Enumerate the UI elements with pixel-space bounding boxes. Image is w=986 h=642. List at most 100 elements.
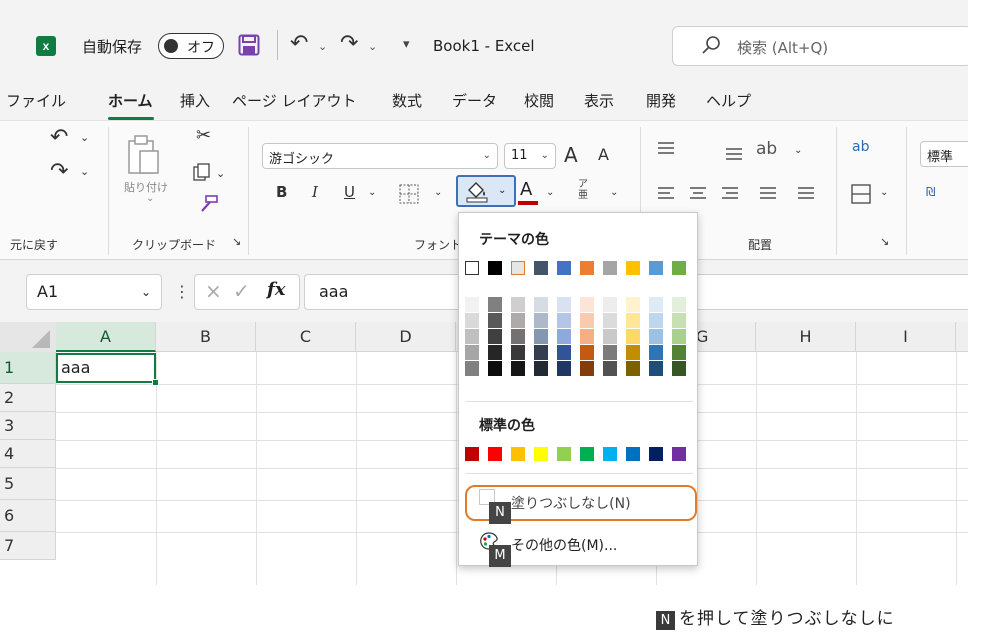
theme-shade-swatch[interactable]	[649, 345, 663, 360]
theme-shade-swatch[interactable]	[672, 361, 686, 376]
theme-color-swatch[interactable]	[672, 261, 686, 275]
theme-shade-swatch[interactable]	[557, 313, 571, 328]
currency-format-icon[interactable]: ₪	[926, 185, 935, 199]
underline-button[interactable]: U	[344, 183, 355, 201]
standard-color-swatch[interactable]	[465, 447, 479, 461]
theme-shade-swatch[interactable]	[672, 345, 686, 360]
customize-qat-icon[interactable]: ▾	[403, 37, 410, 52]
tab-help[interactable]: ヘルプ	[706, 90, 751, 111]
tab-review[interactable]: 校閲	[524, 90, 554, 111]
select-all-corner[interactable]	[0, 322, 56, 352]
cell-a1[interactable]: aaa	[56, 353, 159, 386]
row-header-7[interactable]: 7	[0, 532, 56, 560]
paste-dropdown-icon[interactable]: ⌄	[146, 193, 154, 204]
theme-shade-swatch[interactable]	[557, 361, 571, 376]
theme-color-swatch[interactable]	[580, 261, 594, 275]
theme-shade-swatch[interactable]	[511, 329, 525, 344]
theme-shade-swatch[interactable]	[488, 313, 502, 328]
theme-shade-swatch[interactable]	[603, 361, 617, 376]
theme-color-swatch[interactable]	[649, 261, 663, 275]
column-header-d[interactable]: D	[356, 322, 456, 352]
theme-shade-swatch[interactable]	[534, 297, 548, 312]
theme-shade-swatch[interactable]	[626, 329, 640, 344]
format-painter-icon[interactable]	[196, 193, 220, 215]
more-colors-option[interactable]: その他の色(M)...	[511, 535, 617, 555]
column-header-i[interactable]: I	[856, 322, 956, 352]
alignment-launcher-icon[interactable]: ↘	[880, 235, 889, 248]
theme-shade-swatch[interactable]	[626, 361, 640, 376]
paste-icon[interactable]	[126, 133, 160, 177]
row-header-6[interactable]: 6	[0, 500, 56, 532]
theme-shade-swatch[interactable]	[511, 313, 525, 328]
column-header-a[interactable]: A	[56, 322, 156, 352]
standard-color-swatch[interactable]	[511, 447, 525, 461]
phonetic-dropdown-icon[interactable]: ⌄	[610, 187, 618, 198]
font-size-box[interactable]: 11 ⌄	[504, 143, 556, 169]
row-header-4[interactable]: 4	[0, 440, 56, 468]
standard-color-swatch[interactable]	[557, 447, 571, 461]
theme-shade-swatch[interactable]	[465, 313, 479, 328]
bold-button[interactable]: B	[276, 183, 287, 201]
horizontal-align-icons[interactable]	[656, 185, 826, 203]
tab-data[interactable]: データ	[452, 90, 497, 111]
theme-shade-swatch[interactable]	[557, 329, 571, 344]
phonetic-icon[interactable]: ア亜	[578, 179, 588, 201]
fill-handle[interactable]	[152, 379, 159, 386]
save-icon[interactable]	[238, 34, 260, 56]
theme-shade-swatch[interactable]	[649, 361, 663, 376]
theme-shade-swatch[interactable]	[511, 361, 525, 376]
underline-dropdown-icon[interactable]: ⌄	[368, 187, 376, 198]
theme-shade-swatch[interactable]	[626, 297, 640, 312]
theme-shade-swatch[interactable]	[557, 297, 571, 312]
standard-color-swatch[interactable]	[649, 447, 663, 461]
tab-view[interactable]: 表示	[584, 90, 614, 111]
shrink-font-button[interactable]: A	[598, 145, 609, 164]
align-bottom-icon[interactable]	[724, 145, 744, 161]
row-header-5[interactable]: 5	[0, 468, 56, 500]
theme-color-swatch[interactable]	[626, 261, 640, 275]
merge-center-icon[interactable]	[850, 183, 872, 205]
row-header-2[interactable]: 2	[0, 384, 56, 412]
theme-color-swatch[interactable]	[488, 261, 502, 275]
theme-shade-swatch[interactable]	[465, 297, 479, 312]
tab-home[interactable]: ホーム	[108, 90, 153, 111]
theme-color-swatch[interactable]	[465, 261, 479, 275]
tab-developer[interactable]: 開発	[646, 90, 676, 111]
theme-shade-swatch[interactable]	[488, 345, 502, 360]
enter-icon[interactable]: ✓	[233, 279, 250, 303]
theme-color-swatch[interactable]	[511, 261, 525, 275]
column-header-j[interactable]	[956, 322, 968, 352]
copy-dropdown-icon[interactable]: ⌄	[216, 167, 225, 180]
theme-shade-swatch[interactable]	[672, 313, 686, 328]
row-header-3[interactable]: 3	[0, 412, 56, 440]
tab-formulas[interactable]: 数式	[392, 90, 422, 111]
orientation-dropdown-icon[interactable]: ⌄	[794, 145, 802, 156]
clipboard-launcher-icon[interactable]: ↘	[232, 235, 241, 248]
theme-shade-swatch[interactable]	[603, 313, 617, 328]
standard-color-swatch[interactable]	[672, 447, 686, 461]
italic-button[interactable]: I	[312, 183, 318, 201]
theme-shade-swatch[interactable]	[488, 329, 502, 344]
standard-color-swatch[interactable]	[534, 447, 548, 461]
grow-font-button[interactable]: A	[564, 143, 578, 167]
theme-shade-swatch[interactable]	[603, 297, 617, 312]
theme-shade-swatch[interactable]	[649, 313, 663, 328]
cut-icon[interactable]: ✂	[196, 125, 211, 146]
theme-shade-swatch[interactable]	[465, 361, 479, 376]
standard-color-swatch[interactable]	[603, 447, 617, 461]
theme-shade-swatch[interactable]	[649, 297, 663, 312]
merge-dropdown-icon[interactable]: ⌄	[880, 187, 888, 198]
formula-bar-resize-icon[interactable]: ⋮	[174, 282, 190, 301]
theme-shade-swatch[interactable]	[580, 345, 594, 360]
theme-shade-swatch[interactable]	[649, 329, 663, 344]
autosave-toggle[interactable]: オフ	[158, 33, 224, 59]
theme-shade-swatch[interactable]	[534, 345, 548, 360]
font-color-button[interactable]: A	[520, 179, 532, 200]
copy-icon[interactable]	[192, 163, 212, 183]
tab-insert[interactable]: 挿入	[180, 90, 210, 111]
undo-dropdown-icon[interactable]: ⌄	[318, 40, 327, 53]
ribbon-undo-dropdown-icon[interactable]: ⌄	[80, 131, 89, 144]
insert-function-icon[interactable]: fx	[267, 279, 285, 300]
theme-shade-swatch[interactable]	[511, 297, 525, 312]
theme-shade-swatch[interactable]	[626, 345, 640, 360]
